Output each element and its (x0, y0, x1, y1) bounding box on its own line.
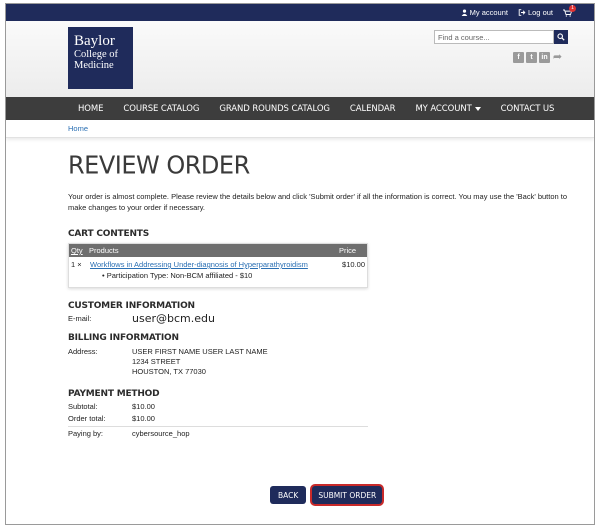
share-icon[interactable]: ➦ (552, 52, 563, 63)
customer-info-title: CUSTOMER INFORMATION (68, 301, 195, 311)
paying-by-row: Paying by: cybersource_hop (68, 428, 368, 440)
cart-row-product: Workflows in Addressing Under-diagnosis … (90, 260, 333, 281)
address-row: Address: USER FIRST NAME USER LAST NAME … (68, 347, 578, 377)
email-label: E-mail: (68, 314, 92, 323)
nav-my-account[interactable]: MY ACCOUNT (405, 104, 490, 114)
subtotal-row: Subtotal: $10.00 (68, 401, 368, 413)
cart-row-price: $10.00 (342, 260, 365, 269)
search-input[interactable]: Find a course... (434, 30, 554, 44)
cart-table: Qty Products Price 1 × Workflows in Addr… (68, 243, 368, 288)
product-link[interactable]: Workflows in Addressing Under-diagnosis … (90, 260, 333, 270)
user-icon (461, 9, 467, 16)
breadcrumb: Home (6, 120, 594, 138)
customer-information: CUSTOMER INFORMATION E-mail: user@bcm.ed… (68, 301, 578, 324)
log-out-link[interactable]: Log out (518, 8, 553, 17)
billing-info-title: BILLING INFORMATION (68, 333, 179, 343)
nav-contact-us[interactable]: CONTACT US (491, 104, 565, 114)
nav-calendar[interactable]: CALENDAR (340, 104, 406, 114)
paying-by-label: Paying by: (68, 429, 104, 438)
top-utility-bar: My account Log out 1 (6, 4, 594, 21)
payment-method: PAYMENT METHOD Subtotal: $10.00 Order to… (68, 389, 368, 440)
cart-contents-title: CART CONTENTS (68, 229, 149, 239)
log-out-icon (518, 9, 526, 16)
billing-information: BILLING INFORMATION Address: USER FIRST … (68, 333, 578, 377)
logo-line-2: College of (74, 49, 119, 60)
twitter-icon[interactable]: t (526, 52, 537, 63)
my-account-label: My account (469, 8, 508, 17)
subtotal-value: $10.00 (132, 402, 155, 411)
facebook-icon[interactable]: f (513, 52, 524, 63)
qty-column-header[interactable]: Qty (69, 246, 89, 255)
back-button[interactable]: BACK (270, 486, 307, 504)
price-column-header: Price (339, 246, 357, 255)
cart-row-qty: 1 × (71, 260, 82, 269)
order-total-value: $10.00 (132, 413, 155, 423)
logo-line-3: Medicine (74, 60, 114, 71)
main-nav: HOME COURSE CATALOG GRAND ROUNDS CATALOG… (6, 97, 594, 120)
search-button[interactable] (554, 30, 568, 44)
address-label: Address: (68, 347, 98, 356)
browser-frame: My account Log out 1 Baylor College of M… (5, 3, 595, 525)
product-attribute: • Participation Type: Non-BCM affiliated… (102, 271, 253, 280)
course-search: Find a course... (434, 30, 568, 44)
site-header: Baylor College of Medicine Find a course… (6, 21, 594, 97)
order-actions: BACK SUBMIT ORDER (270, 486, 383, 504)
address-line: HOUSTON, TX 77030 (132, 367, 206, 376)
cart-count-badge: 1 (569, 4, 576, 12)
baylor-logo[interactable]: Baylor College of Medicine (68, 27, 133, 89)
nav-home[interactable]: HOME (68, 104, 113, 114)
address-line: USER FIRST NAME USER LAST NAME (132, 347, 268, 356)
cart-table-header: Qty Products Price (69, 244, 367, 257)
nav-my-account-label: MY ACCOUNT (415, 103, 472, 114)
cart-link[interactable]: 1 (563, 4, 576, 17)
logo-line-1: Baylor (74, 33, 115, 49)
social-links: f t in ➦ (513, 52, 563, 63)
nav-grand-rounds-catalog[interactable]: GRAND ROUNDS CATALOG (209, 104, 340, 114)
divider (68, 426, 368, 427)
page-title: REVIEW ORDER (68, 150, 250, 180)
order-total-row: Order total: $10.00 (68, 413, 368, 425)
nav-course-catalog[interactable]: COURSE CATALOG (113, 104, 209, 114)
linkedin-icon[interactable]: in (539, 52, 550, 63)
search-icon (557, 33, 565, 41)
address-line: 1234 STREET (132, 357, 181, 366)
my-account-link[interactable]: My account (461, 8, 508, 17)
participation-type: Participation Type: Non-BCM affiliated -… (106, 271, 253, 280)
table-row: 1 × Workflows in Addressing Under-diagno… (69, 257, 367, 287)
intro-text: Your order is almost complete. Please re… (68, 192, 568, 212)
breadcrumb-home-link[interactable]: Home (68, 124, 88, 133)
order-total-label: Order total: (68, 413, 106, 423)
payment-method-title: PAYMENT METHOD (68, 389, 160, 399)
submit-order-button[interactable]: SUBMIT ORDER (312, 486, 383, 504)
email-value: user@bcm.edu (132, 312, 215, 325)
paying-by-value: cybersource_hop (132, 429, 190, 438)
subtotal-label: Subtotal: (68, 402, 98, 411)
caret-down-icon (474, 106, 481, 111)
log-out-label: Log out (527, 8, 553, 17)
email-row: E-mail: user@bcm.edu (68, 312, 578, 325)
address-value: USER FIRST NAME USER LAST NAME 1234 STRE… (132, 347, 268, 377)
products-column-header: Products (89, 246, 119, 255)
review-order-content: REVIEW ORDER Your order is almost comple… (68, 150, 578, 440)
